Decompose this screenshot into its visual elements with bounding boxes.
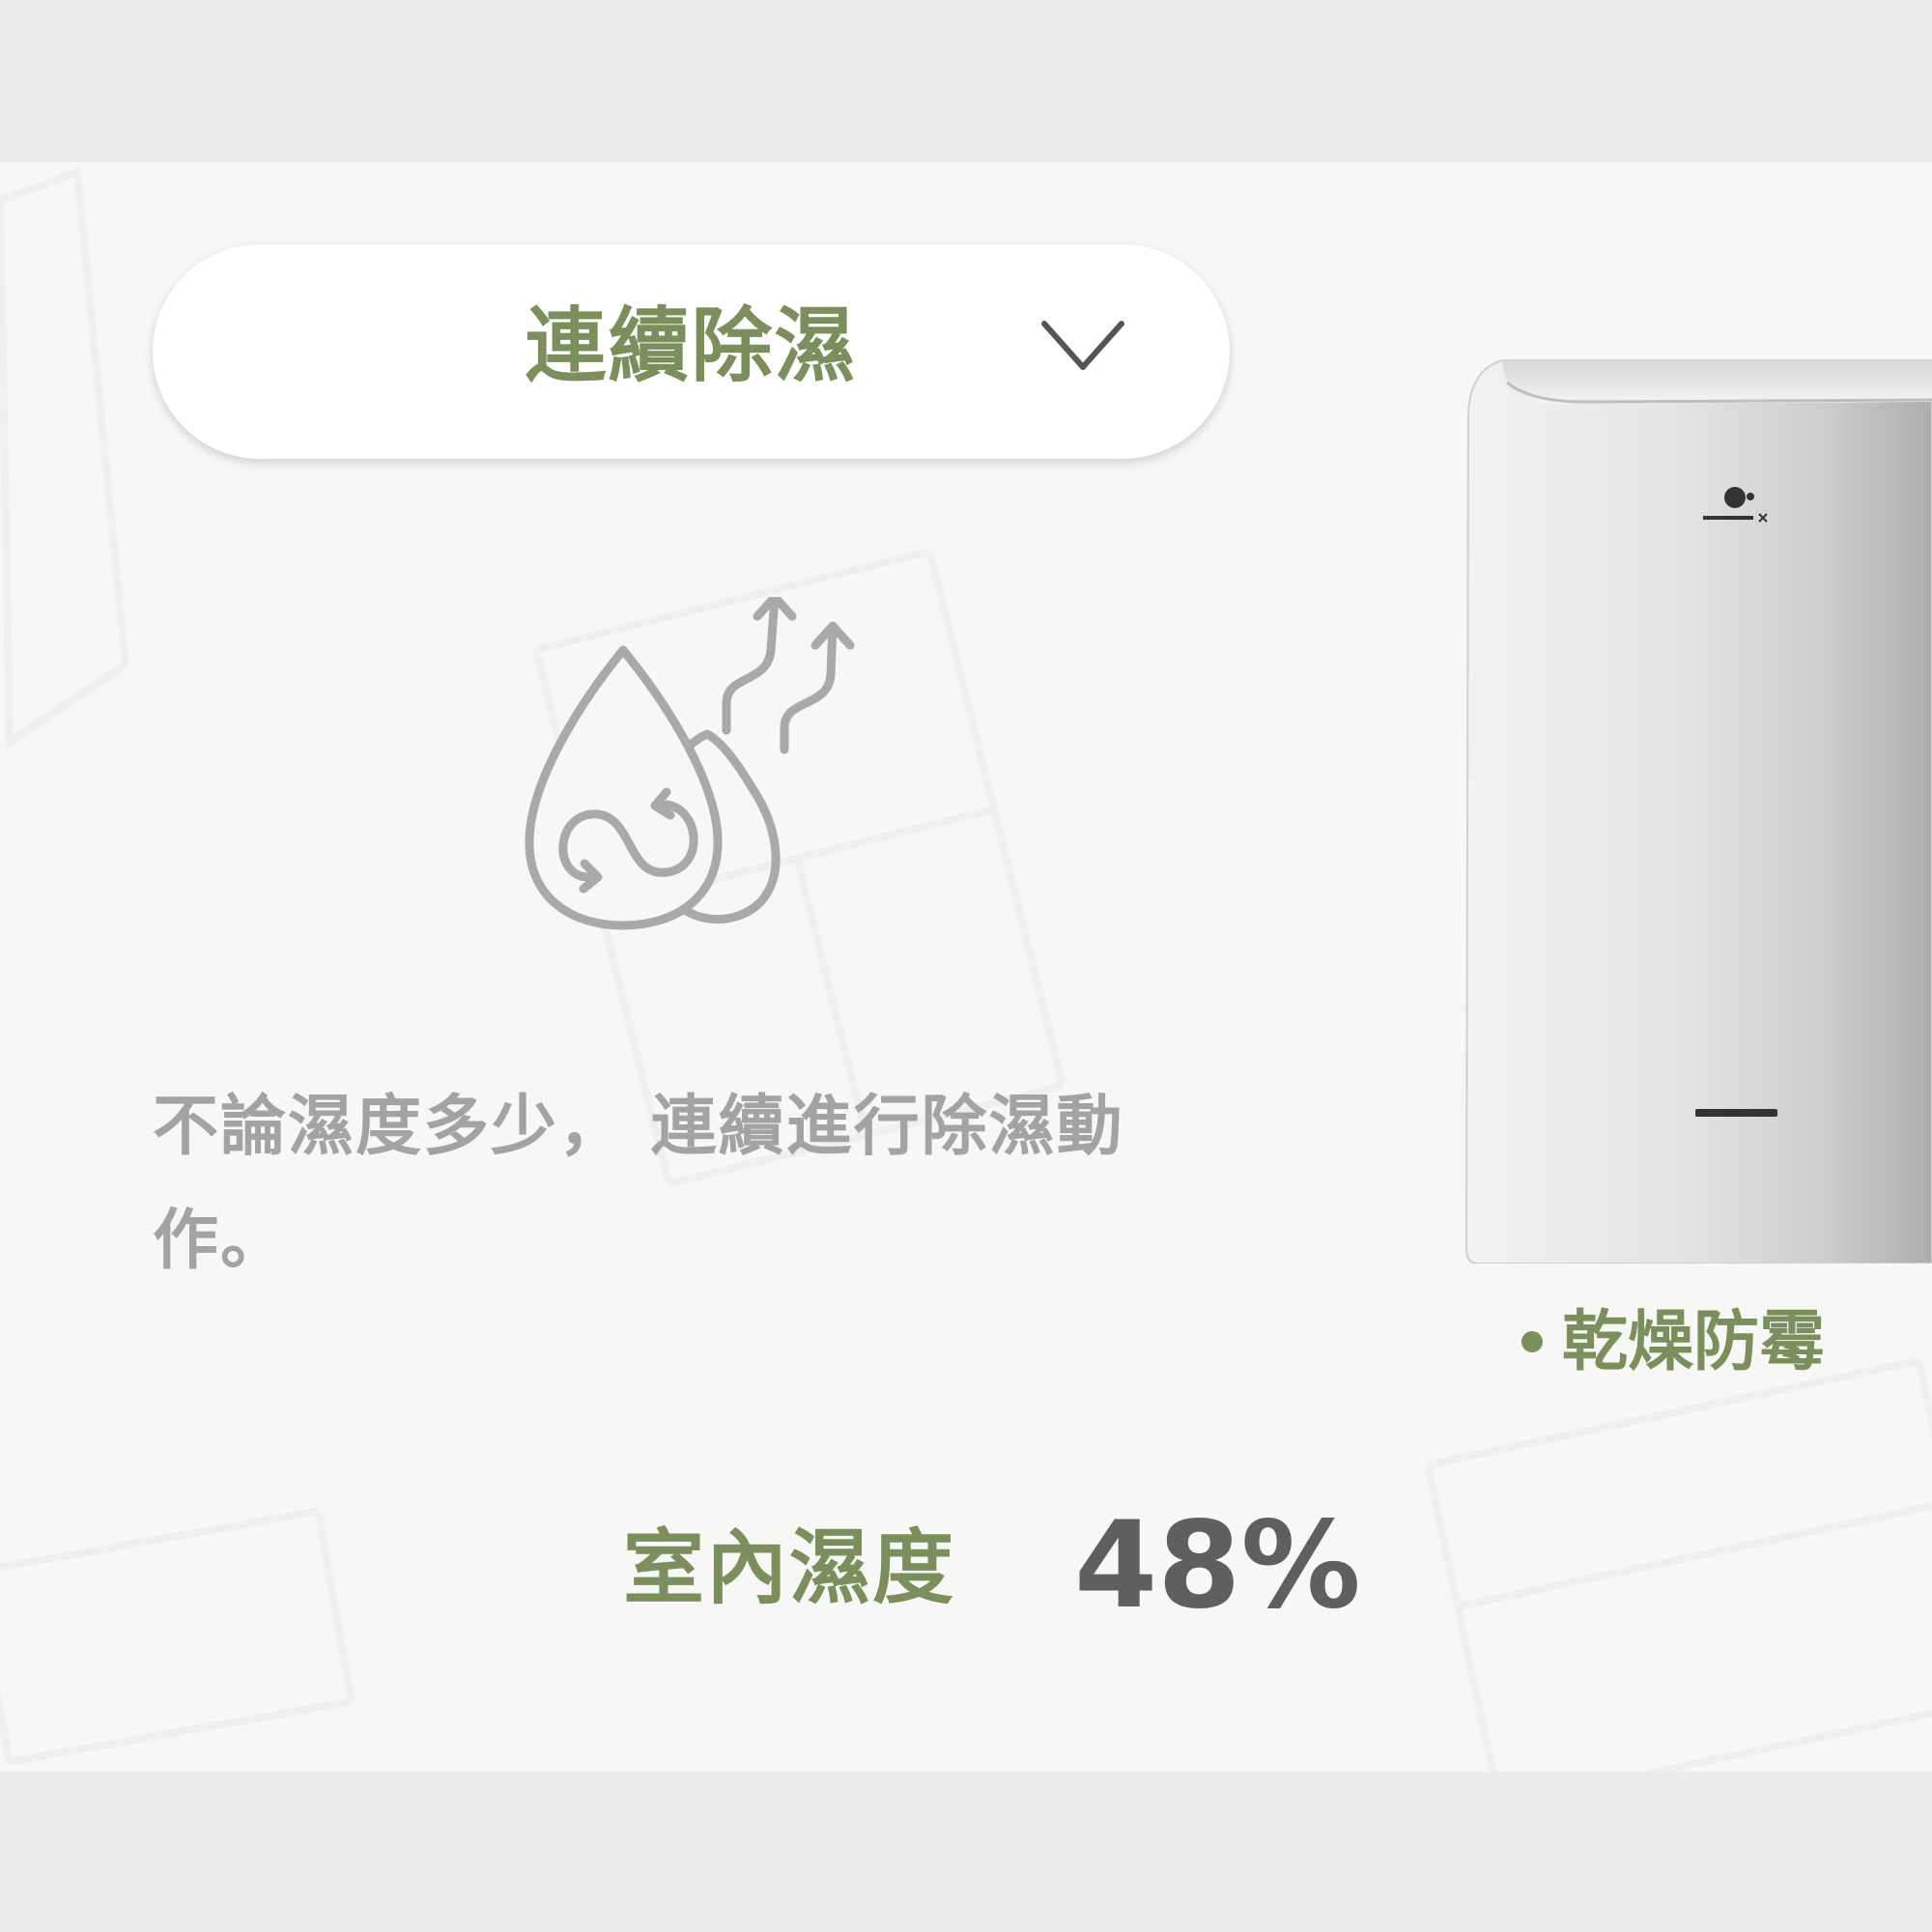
feature-tag: 乾燥防霉 — [1521, 1302, 1825, 1383]
humidity-label: 室內濕度 — [623, 1520, 956, 1615]
mode-panel: 連續除濕 不論濕度多少， 連續進行除濕動 作。 乾燥防霉 室內濕度 48% — [0, 162, 1932, 1772]
humidity-value: 48% — [1074, 1496, 1361, 1635]
feature-dot-icon — [1521, 1331, 1543, 1353]
continuous-dehumidify-icon — [525, 597, 855, 930]
mode-dropdown[interactable]: 連續除濕 — [153, 244, 1230, 459]
mode-description-line2: 作。 — [153, 1203, 289, 1279]
feature-tag-label: 乾燥防霉 — [1562, 1304, 1826, 1380]
mode-description-line1: 不論濕度多少， 連續進行除濕動 — [153, 1089, 1124, 1165]
mode-description: 不論濕度多少， 連續進行除濕動 作。 — [153, 1070, 1167, 1298]
dehumidifier-image — [1464, 359, 1932, 1264]
chevron-down-icon — [1041, 321, 1124, 370]
